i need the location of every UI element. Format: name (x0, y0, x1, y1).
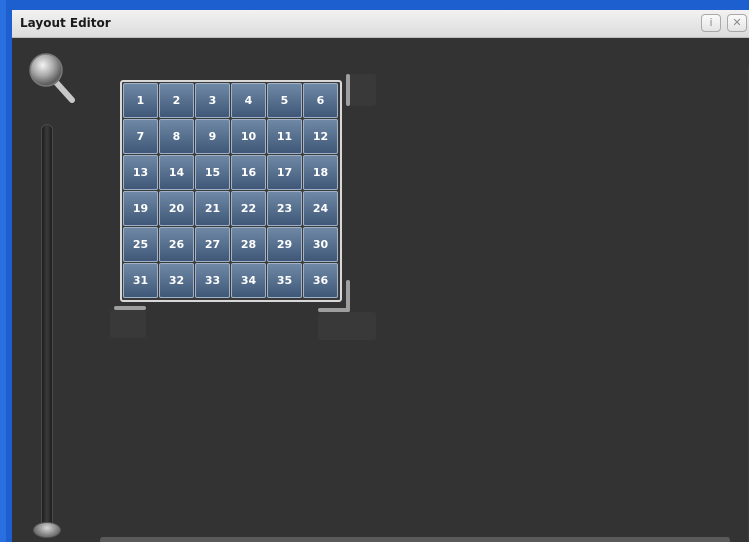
fixture-cell[interactable]: 33 (195, 263, 230, 298)
fixture-cell[interactable]: 34 (231, 263, 266, 298)
fixture-cell[interactable]: 6 (303, 83, 338, 118)
fixture-cell[interactable]: 32 (159, 263, 194, 298)
fixture-cell[interactable]: 7 (123, 119, 158, 154)
layout-editor-window: Layout Editor i ✕ 1 2 3 4 5 6 7 8 9 10 11 12 13 14 15 1… (0, 0, 749, 542)
fixture-cell[interactable]: 30 (303, 227, 338, 262)
fixture-cell[interactable]: 9 (195, 119, 230, 154)
fixture-cell[interactable]: 21 (195, 191, 230, 226)
fixture-cell[interactable]: 27 (195, 227, 230, 262)
title-bar[interactable]: Layout Editor i ✕ (12, 10, 749, 38)
fixture-cell[interactable]: 2 (159, 83, 194, 118)
fixture-cell[interactable]: 10 (231, 119, 266, 154)
fixture-cell[interactable]: 23 (267, 191, 302, 226)
close-button[interactable]: ✕ (727, 14, 747, 32)
window-title: Layout Editor (20, 16, 111, 30)
fixture-cell[interactable]: 29 (267, 227, 302, 262)
fixture-cell[interactable]: 3 (195, 83, 230, 118)
fixture-cell[interactable]: 20 (159, 191, 194, 226)
fixture-cell[interactable]: 4 (231, 83, 266, 118)
resize-handle-top-right[interactable] (346, 74, 350, 106)
editor-canvas[interactable]: 1 2 3 4 5 6 7 8 9 10 11 12 13 14 15 16 17 18 19 20 21 22 23 24 2… (12, 38, 749, 542)
fixture-cell[interactable]: 24 (303, 191, 338, 226)
fixture-cell[interactable]: 8 (159, 119, 194, 154)
info-button[interactable]: i (701, 14, 721, 32)
resize-handle-bottom-right-horizontal[interactable] (318, 308, 350, 312)
fixture-cell[interactable]: 5 (267, 83, 302, 118)
fixture-cell[interactable]: 1 (123, 83, 158, 118)
horizontal-scrollbar[interactable] (100, 537, 730, 542)
zoom-slider-thumb[interactable] (33, 522, 61, 538)
fixture-cell[interactable]: 16 (231, 155, 266, 190)
resize-handle-shadow-bottom-left (110, 310, 146, 338)
fixture-cell[interactable]: 36 (303, 263, 338, 298)
magnifier-icon[interactable] (24, 50, 80, 106)
fixture-cell[interactable]: 15 (195, 155, 230, 190)
fixture-cell[interactable]: 11 (267, 119, 302, 154)
fixture-cell[interactable]: 28 (231, 227, 266, 262)
fixture-cell[interactable]: 18 (303, 155, 338, 190)
fixture-cell[interactable]: 22 (231, 191, 266, 226)
resize-handle-shadow-top-right (348, 74, 376, 106)
fixture-cell[interactable]: 14 (159, 155, 194, 190)
fixture-cell[interactable]: 13 (123, 155, 158, 190)
fixture-cell[interactable]: 12 (303, 119, 338, 154)
fixture-cell[interactable]: 25 (123, 227, 158, 262)
resize-handle-bottom-left[interactable] (114, 306, 146, 310)
fixture-cell[interactable]: 19 (123, 191, 158, 226)
fixture-cell[interactable]: 31 (123, 263, 158, 298)
fixture-cell[interactable]: 26 (159, 227, 194, 262)
fixture-cell[interactable]: 17 (267, 155, 302, 190)
zoom-slider-track[interactable] (41, 124, 53, 536)
fixture-grid[interactable]: 1 2 3 4 5 6 7 8 9 10 11 12 13 14 15 16 17 18 19 20 21 22 23 24 2… (120, 80, 342, 302)
fixture-cell[interactable]: 35 (267, 263, 302, 298)
resize-handle-shadow-bottom-right (318, 312, 376, 340)
